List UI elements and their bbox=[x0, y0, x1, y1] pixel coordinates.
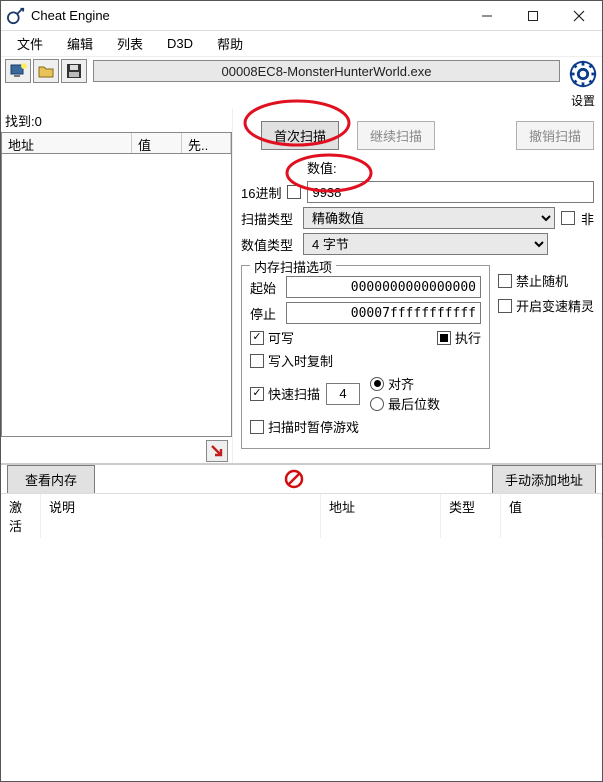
menu-help[interactable]: 帮助 bbox=[207, 32, 253, 55]
maximize-icon bbox=[527, 10, 539, 22]
first-scan-button[interactable]: 首次扫描 bbox=[261, 121, 339, 150]
col-type[interactable]: 类型 bbox=[441, 494, 501, 538]
hex-checkbox[interactable] bbox=[287, 185, 301, 199]
value-type-combo[interactable]: 4 字节 bbox=[303, 233, 548, 255]
no-random-checkbox[interactable] bbox=[498, 274, 512, 288]
align-label: 对齐 bbox=[388, 374, 414, 393]
process-name-bar[interactable]: 00008EC8-MonsterHunterWorld.exe bbox=[93, 60, 560, 82]
stop-input[interactable] bbox=[286, 302, 481, 324]
exec-label: 执行 bbox=[455, 328, 481, 347]
value-label: 数值: bbox=[307, 161, 337, 176]
hex-label: 16进制 bbox=[241, 183, 281, 202]
writable-checkbox[interactable] bbox=[250, 331, 264, 345]
not-checkbox[interactable] bbox=[561, 211, 575, 225]
stop-label: 停止 bbox=[250, 304, 280, 323]
speedhack-label: 开启变速精灵 bbox=[516, 296, 594, 315]
close-button[interactable] bbox=[556, 1, 602, 31]
view-memory-button[interactable]: 查看内存 bbox=[7, 465, 95, 494]
stop-icon-button[interactable] bbox=[283, 468, 305, 490]
results-header: 地址 值 先.. bbox=[1, 132, 232, 154]
cow-checkbox[interactable] bbox=[250, 354, 264, 368]
writable-label: 可写 bbox=[268, 328, 294, 347]
lastdigits-radio[interactable] bbox=[370, 397, 384, 411]
close-icon bbox=[573, 10, 585, 22]
value-input[interactable] bbox=[307, 181, 594, 203]
align-radio[interactable] bbox=[370, 377, 384, 391]
settings-button[interactable]: 设置 bbox=[568, 59, 598, 109]
start-label: 起始 bbox=[250, 278, 280, 297]
col-active[interactable]: 激活 bbox=[1, 494, 41, 538]
gear-icon bbox=[568, 59, 598, 89]
select-process-button[interactable] bbox=[5, 59, 31, 83]
col-desc[interactable]: 说明 bbox=[41, 494, 321, 538]
next-scan-button: 继续扫描 bbox=[357, 121, 435, 150]
exec-checkbox[interactable] bbox=[437, 331, 451, 345]
menu-edit[interactable]: 编辑 bbox=[57, 32, 103, 55]
pause-label: 扫描时暂停游戏 bbox=[268, 417, 359, 436]
results-col-prev[interactable]: 先.. bbox=[182, 133, 231, 153]
undo-scan-button: 撤销扫描 bbox=[516, 121, 594, 150]
settings-label: 设置 bbox=[568, 92, 598, 109]
add-to-list-button[interactable] bbox=[206, 440, 228, 462]
open-button[interactable] bbox=[33, 59, 59, 83]
col-value[interactable]: 值 bbox=[501, 494, 602, 538]
memscan-legend: 内存扫描选项 bbox=[250, 257, 336, 276]
floppy-icon bbox=[65, 62, 83, 80]
not-label: 非 bbox=[581, 209, 594, 228]
found-count-label: 找到:0 bbox=[1, 109, 232, 132]
minimize-button[interactable] bbox=[464, 1, 510, 31]
lastdigits-label: 最后位数 bbox=[388, 394, 440, 413]
window-title: Cheat Engine bbox=[31, 8, 120, 23]
save-button[interactable] bbox=[61, 59, 87, 83]
cow-label: 写入时复制 bbox=[268, 351, 333, 370]
arrow-down-right-icon bbox=[209, 443, 225, 459]
results-col-value[interactable]: 值 bbox=[132, 133, 182, 153]
start-input[interactable] bbox=[286, 276, 481, 298]
maximize-button[interactable] bbox=[510, 1, 556, 31]
folder-open-icon bbox=[37, 62, 55, 80]
computer-glow-icon bbox=[9, 62, 27, 80]
pause-checkbox[interactable] bbox=[250, 420, 264, 434]
results-col-address[interactable]: 地址 bbox=[2, 133, 132, 153]
address-table-header: 激活 说明 地址 类型 值 bbox=[1, 493, 602, 538]
col-addr[interactable]: 地址 bbox=[321, 494, 441, 538]
menu-file[interactable]: 文件 bbox=[7, 32, 53, 55]
scan-type-label: 扫描类型 bbox=[241, 209, 297, 228]
scan-type-combo[interactable]: 精确数值 bbox=[303, 207, 555, 229]
menu-list[interactable]: 列表 bbox=[107, 32, 153, 55]
minimize-icon bbox=[481, 10, 493, 22]
menubar: 文件 编辑 列表 D3D 帮助 bbox=[1, 31, 602, 57]
address-table-body[interactable] bbox=[1, 538, 602, 781]
add-address-manual-button[interactable]: 手动添加地址 bbox=[492, 465, 596, 494]
value-type-label: 数值类型 bbox=[241, 235, 297, 254]
fastscan-value[interactable] bbox=[326, 383, 360, 405]
fastscan-label: 快速扫描 bbox=[268, 384, 320, 403]
app-icon bbox=[7, 7, 25, 25]
results-list[interactable] bbox=[1, 154, 232, 437]
fastscan-checkbox[interactable] bbox=[250, 387, 264, 401]
no-entry-icon bbox=[284, 469, 304, 489]
no-random-label: 禁止随机 bbox=[516, 271, 568, 290]
menu-d3d[interactable]: D3D bbox=[157, 34, 203, 53]
speedhack-checkbox[interactable] bbox=[498, 299, 512, 313]
